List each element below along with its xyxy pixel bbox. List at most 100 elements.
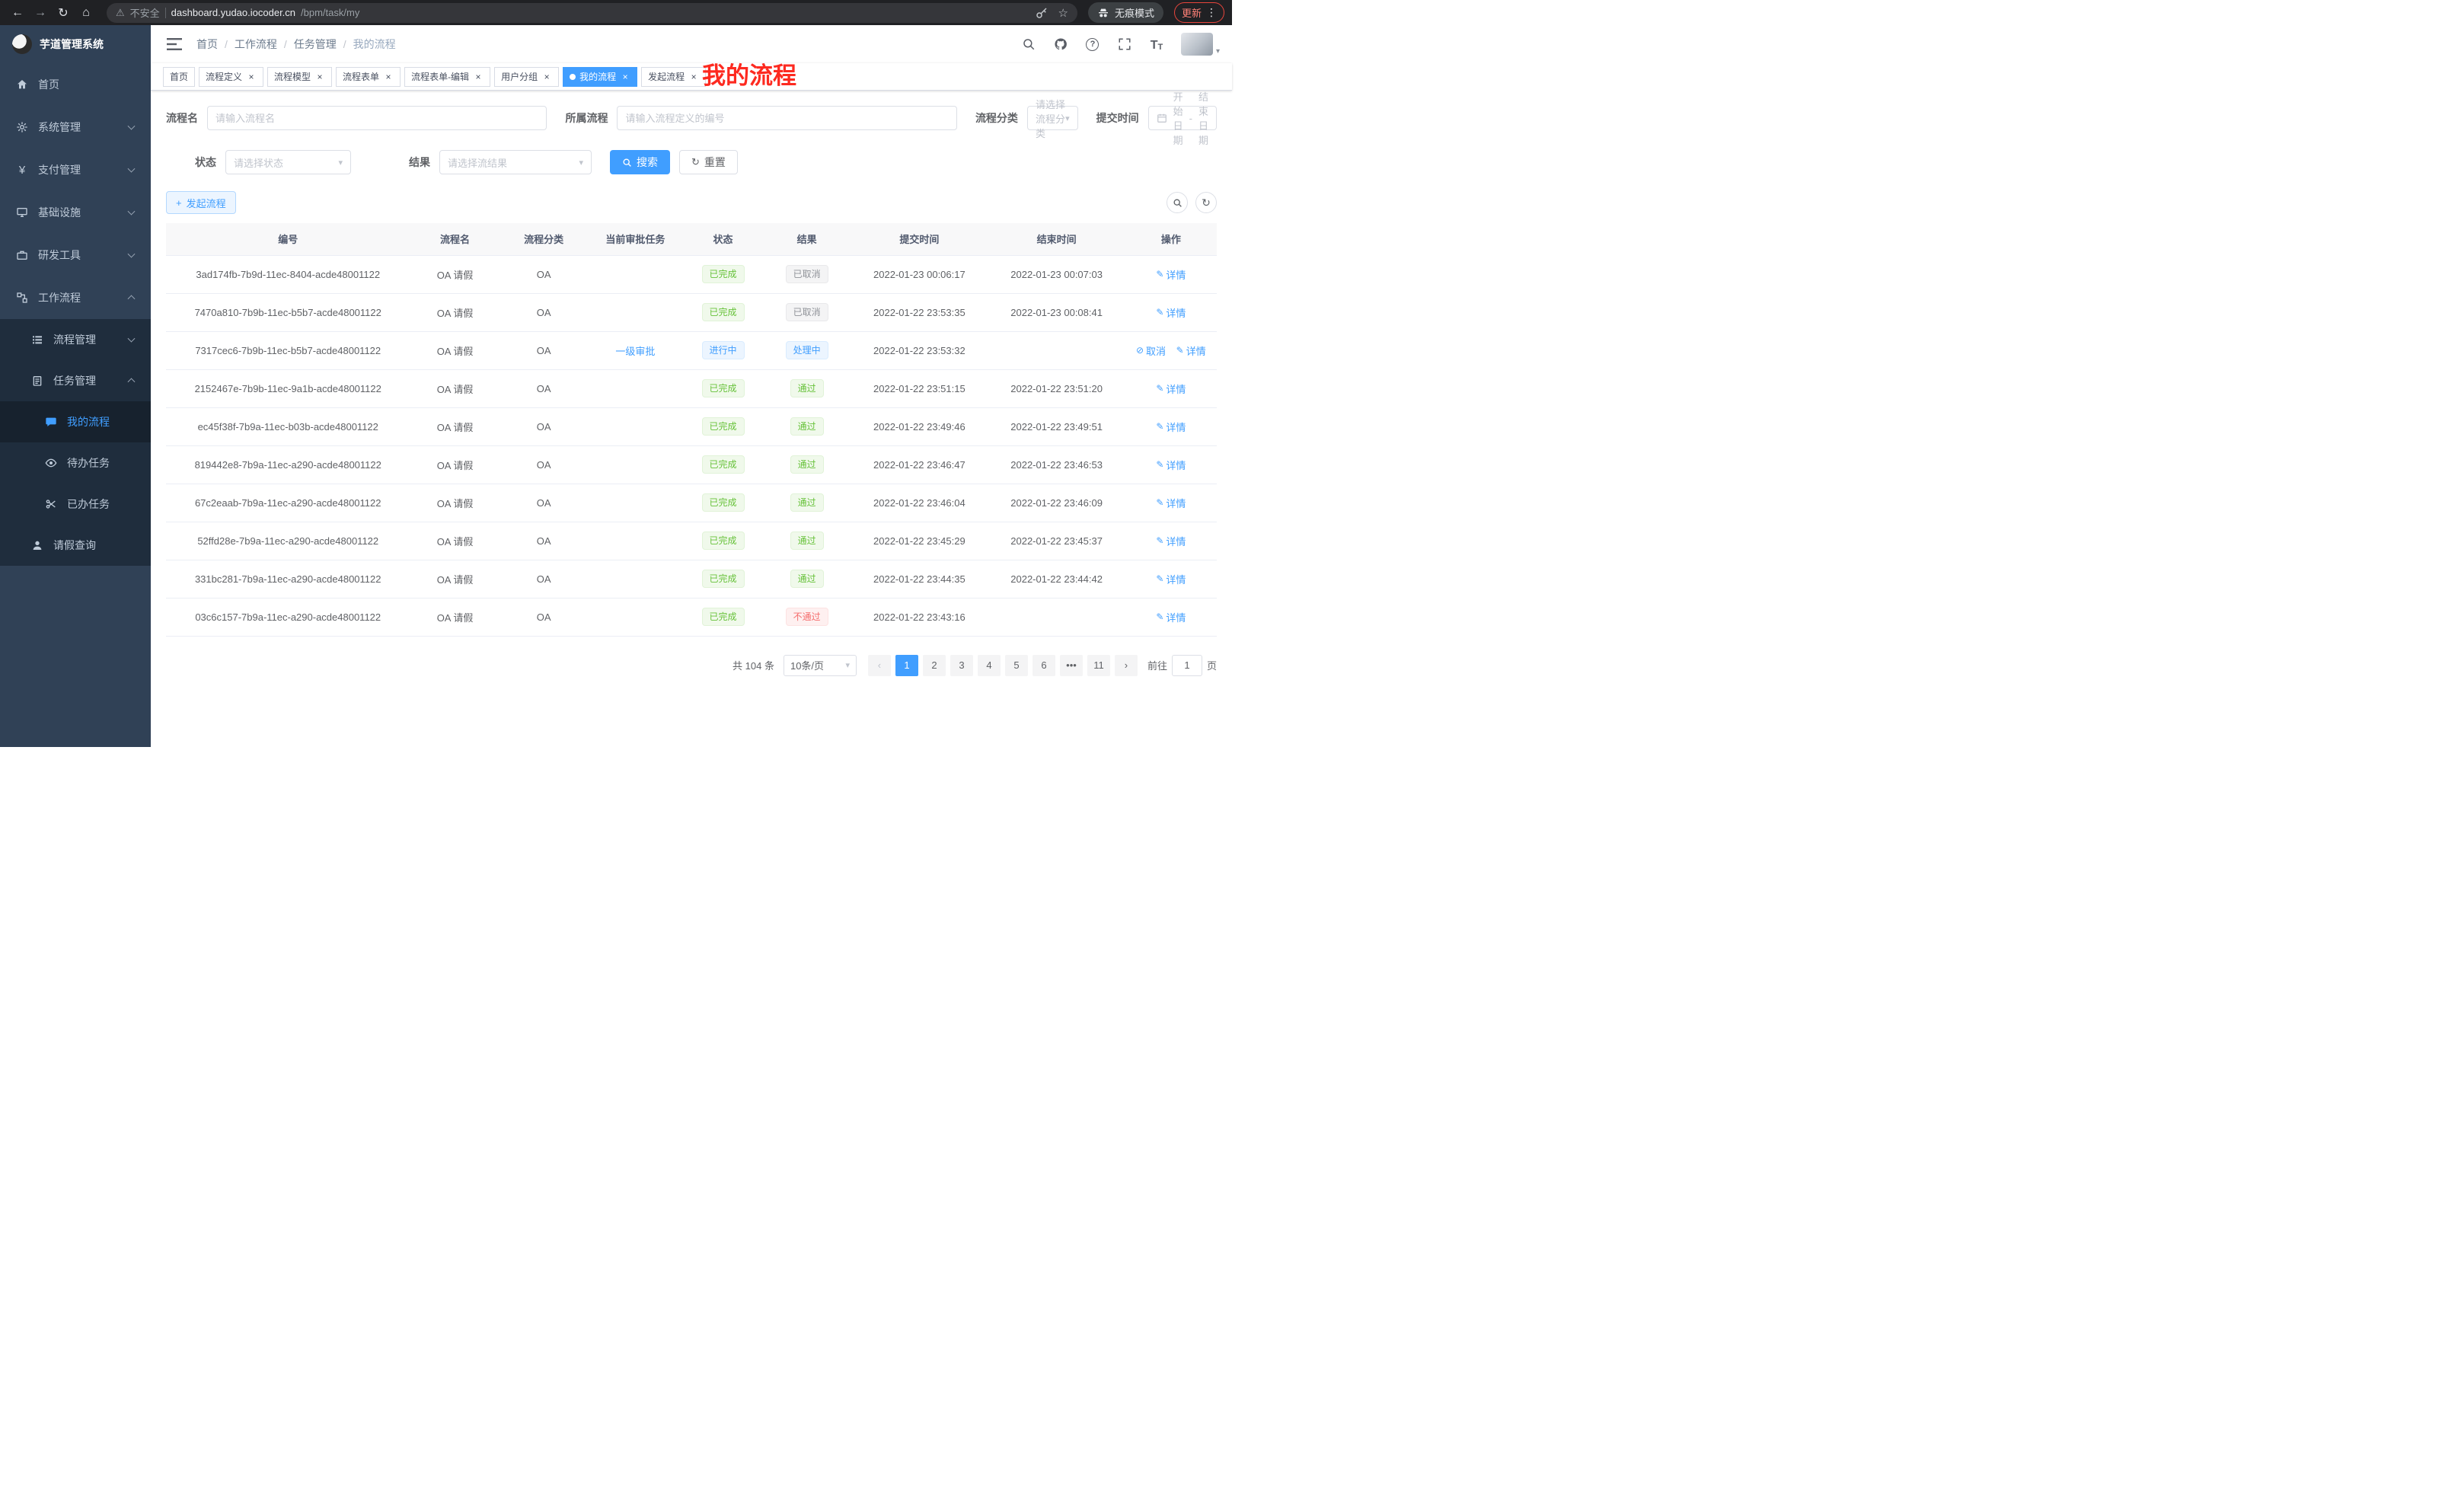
detail-link[interactable]: ✎详情	[1156, 420, 1186, 434]
goto-page-input[interactable]	[1172, 655, 1202, 676]
tab-process-model[interactable]: 流程模型×	[267, 67, 332, 87]
caret-down-icon: ▾	[579, 158, 583, 168]
detail-link[interactable]: ✎详情	[1156, 610, 1186, 624]
page-button-4[interactable]: 4	[978, 655, 1001, 676]
detail-link[interactable]: ✎详情	[1156, 534, 1186, 548]
result-tag: 通过	[790, 379, 824, 397]
process-category: OA	[537, 307, 551, 318]
close-icon[interactable]: ×	[314, 72, 325, 82]
detail-link[interactable]: ✎详情	[1156, 381, 1186, 396]
close-icon[interactable]: ×	[688, 72, 699, 82]
result-tag: 通过	[790, 455, 824, 474]
sidebar-item-devtools[interactable]: 研发工具	[0, 234, 151, 276]
sidebar-item-home[interactable]: 首页	[0, 63, 151, 106]
sidebar-item-done-tasks[interactable]: 已办任务	[0, 484, 151, 525]
process-id: 67c2eaab-7b9a-11ec-a290-acde48001122	[195, 497, 381, 509]
address-bar[interactable]: ⚠ 不安全 dashboard.yudao.iocoder.cn /bpm/ta…	[107, 3, 1077, 23]
page-button-5[interactable]: 5	[1005, 655, 1028, 676]
sidebar-item-process-management[interactable]: 流程管理	[0, 319, 151, 360]
result-tag: 通过	[790, 532, 824, 550]
star-icon[interactable]: ☆	[1058, 6, 1068, 20]
submit-time-range-picker[interactable]: 开始日期 - 结束日期	[1148, 106, 1217, 130]
hamburger-icon[interactable]	[161, 31, 187, 57]
edit-icon: ✎	[1156, 459, 1163, 470]
sidebar-item-infrastructure[interactable]: 基础设施	[0, 191, 151, 234]
edit-icon: ✎	[1156, 269, 1163, 279]
tab-start-process[interactable]: 发起流程×	[641, 67, 706, 87]
sidebar-item-todo-tasks[interactable]: 待办任务	[0, 442, 151, 484]
close-icon[interactable]: ×	[473, 72, 484, 82]
filter-label-status: 状态	[166, 155, 225, 170]
process-name-input[interactable]	[207, 106, 547, 130]
detail-link[interactable]: ✎详情	[1156, 305, 1186, 320]
refresh-list-button[interactable]: ↻	[1195, 192, 1217, 213]
tab-process-form[interactable]: 流程表单×	[336, 67, 401, 87]
forward-icon[interactable]: →	[30, 3, 50, 23]
detail-link[interactable]: ✎详情	[1176, 343, 1206, 358]
tab-user-group[interactable]: 用户分组×	[494, 67, 559, 87]
avatar[interactable]	[1181, 33, 1213, 56]
close-icon[interactable]: ×	[246, 72, 257, 82]
update-button[interactable]: 更新 ⋮	[1174, 2, 1224, 23]
close-icon[interactable]: ×	[383, 72, 394, 82]
process-table: 编号 流程名 流程分类 当前审批任务 状态 结果 提交时间 结束时间 操作 3a…	[166, 223, 1217, 637]
category-select[interactable]: 请选择流程分类 ▾	[1027, 106, 1078, 130]
page-button-6[interactable]: 6	[1033, 655, 1055, 676]
sidebar-item-workflow[interactable]: 工作流程	[0, 276, 151, 319]
reload-icon[interactable]: ↻	[53, 3, 73, 23]
browser-menu-icon[interactable]: ⋮	[1206, 6, 1217, 19]
more-pages-button[interactable]: •••	[1060, 655, 1083, 676]
tab-process-definition[interactable]: 流程定义×	[199, 67, 263, 87]
page-size-select[interactable]: 10条/页 ▾	[784, 655, 857, 676]
breadcrumb-workflow[interactable]: 工作流程	[235, 37, 277, 52]
sidebar-item-system[interactable]: 系统管理	[0, 106, 151, 148]
help-icon[interactable]: ?	[1085, 37, 1100, 52]
reset-button[interactable]: ↻ 重置	[679, 150, 738, 174]
page-button-1[interactable]: 1	[895, 655, 918, 676]
url-path[interactable]: /bpm/task/my	[301, 7, 359, 18]
back-icon[interactable]: ←	[8, 3, 27, 23]
detail-link[interactable]: ✎详情	[1156, 496, 1186, 510]
github-icon[interactable]	[1053, 37, 1068, 52]
logo[interactable]: 芋道管理系统	[0, 25, 151, 63]
home-icon[interactable]: ⌂	[76, 3, 96, 23]
process-definition-input[interactable]	[617, 106, 956, 130]
close-icon[interactable]: ×	[620, 72, 630, 82]
next-page-button[interactable]: ›	[1115, 655, 1138, 676]
search-icon[interactable]	[1021, 37, 1036, 52]
sidebar-item-task-management[interactable]: 任务管理	[0, 360, 151, 401]
close-icon[interactable]: ×	[541, 72, 552, 82]
status-select[interactable]: 请选择状态 ▾	[225, 150, 351, 174]
prev-page-button[interactable]: ‹	[868, 655, 891, 676]
sidebar-item-payment[interactable]: ¥ 支付管理	[0, 148, 151, 191]
show-search-button[interactable]	[1167, 192, 1188, 213]
key-icon[interactable]	[1034, 5, 1049, 21]
search-button[interactable]: 搜索	[610, 150, 670, 174]
font-size-icon[interactable]: TT	[1149, 37, 1164, 52]
detail-link[interactable]: ✎详情	[1156, 458, 1186, 472]
breadcrumb-task-management[interactable]: 任务管理	[294, 37, 337, 52]
user-menu[interactable]: ▾	[1181, 33, 1220, 56]
detail-link[interactable]: ✎详情	[1156, 267, 1186, 282]
cancel-link[interactable]: ⊘取消	[1136, 343, 1166, 358]
result-select[interactable]: 请选择流结果 ▾	[439, 150, 592, 174]
tab-home[interactable]: 首页	[163, 67, 195, 87]
process-id: 331bc281-7b9a-11ec-a290-acde48001122	[195, 573, 381, 585]
page-button-11[interactable]: 11	[1087, 655, 1110, 676]
breadcrumb-home[interactable]: 首页	[196, 37, 218, 52]
current-task-link[interactable]: 一级审批	[615, 346, 655, 357]
page-button-2[interactable]: 2	[923, 655, 946, 676]
sidebar-item-my-process[interactable]: 我的流程	[0, 401, 151, 442]
fullscreen-icon[interactable]	[1117, 37, 1132, 52]
tab-my-process[interactable]: 我的流程×	[563, 67, 637, 87]
start-process-button[interactable]: + 发起流程	[166, 191, 236, 214]
col-status: 状态	[683, 223, 763, 255]
detail-link[interactable]: ✎详情	[1156, 572, 1186, 586]
url-domain[interactable]: dashboard.yudao.iocoder.cn	[171, 7, 295, 18]
tab-process-form-edit[interactable]: 流程表单-编辑×	[404, 67, 490, 87]
sidebar-item-leave-query[interactable]: 请假查询	[0, 525, 151, 566]
page-button-3[interactable]: 3	[950, 655, 973, 676]
security-label[interactable]: 不安全	[130, 5, 160, 20]
process-id: ec45f38f-7b9a-11ec-b03b-acde48001122	[198, 421, 378, 433]
result-tag: 已取消	[786, 265, 828, 283]
